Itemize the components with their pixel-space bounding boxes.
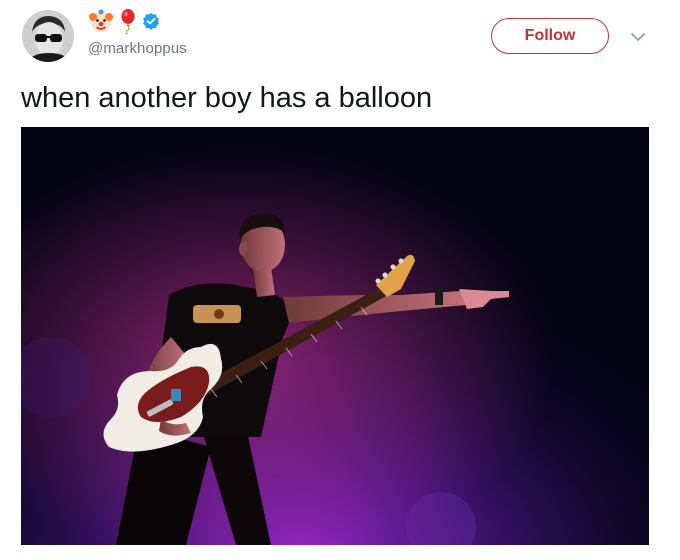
tweet-media-photo[interactable] xyxy=(21,127,649,545)
follow-button[interactable]: Follow xyxy=(491,18,609,54)
clown-face-icon xyxy=(88,8,114,34)
display-name[interactable] xyxy=(88,8,160,34)
chevron-down-icon[interactable] xyxy=(628,27,648,47)
user-handle[interactable]: @markhoppus xyxy=(88,40,187,57)
concert-photo-icon xyxy=(21,127,649,545)
avatar[interactable] xyxy=(22,10,74,62)
tweet-text: when another boy has a balloon xyxy=(21,82,433,114)
balloon-icon xyxy=(118,8,138,34)
verified-badge-icon xyxy=(142,12,160,30)
